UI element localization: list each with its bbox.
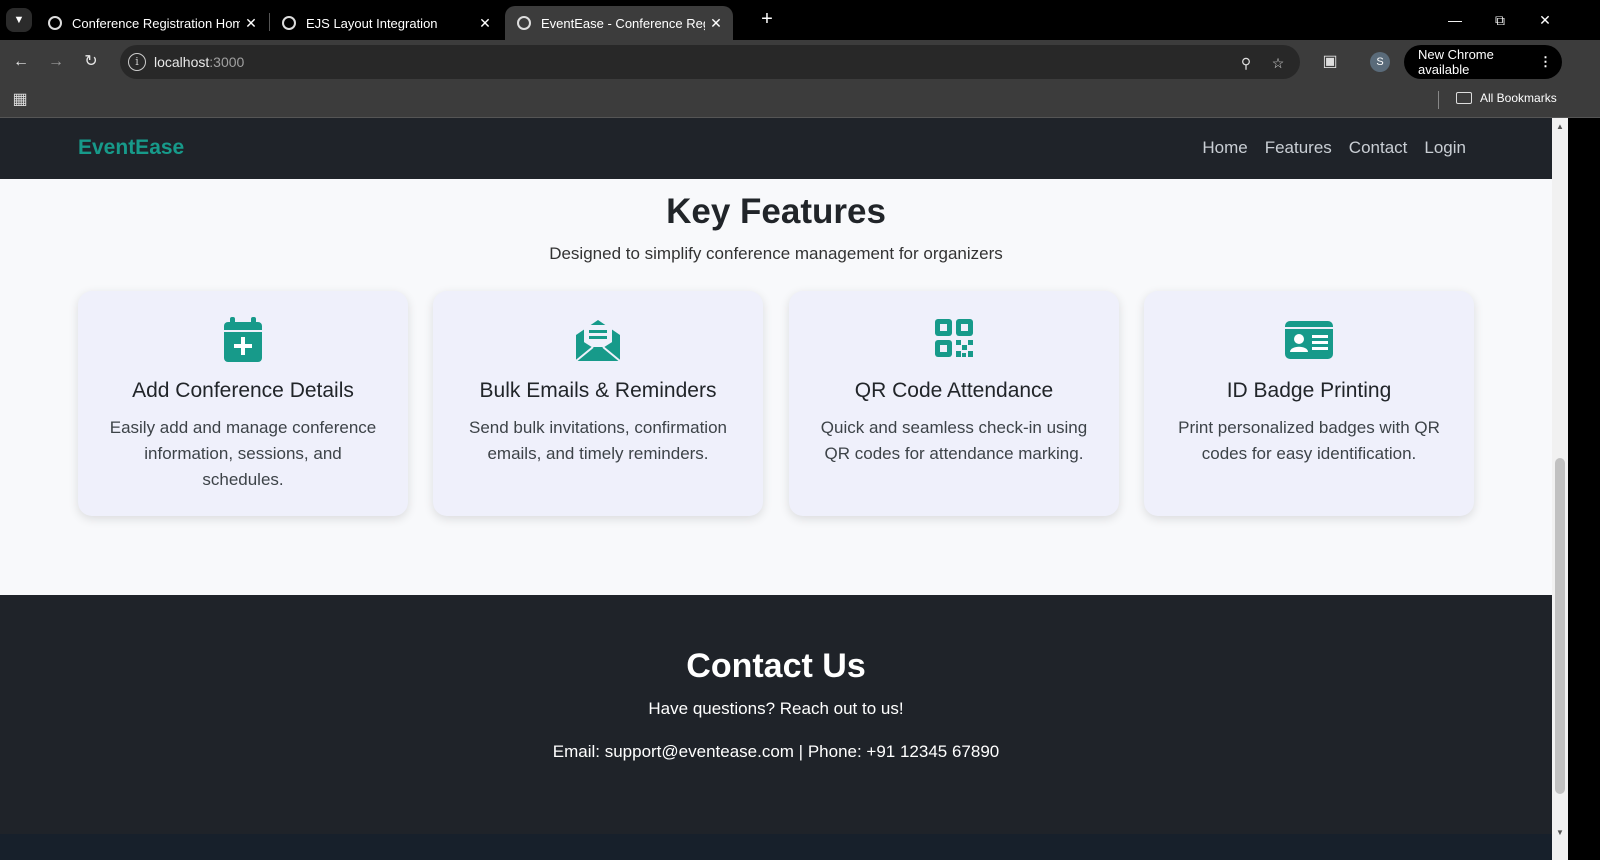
tab-title: EventEase - Conference Registra (541, 15, 705, 31)
apps-grid-icon[interactable]: ▦ (10, 90, 30, 110)
address-bar[interactable]: i localhost:3000 ⚲ ☆ (120, 45, 1300, 79)
minimize-icon: — (1448, 12, 1462, 28)
new-tab-button[interactable]: + (754, 8, 780, 32)
zoom-icon[interactable]: ⚲ (1236, 53, 1256, 73)
bookmarks-bar: ▦ All Bookmarks (0, 84, 1600, 118)
card-description: Easily add and manage conference informa… (109, 418, 377, 489)
tab-eventease[interactable]: EventEase - Conference Registra ✕ (505, 6, 733, 40)
tab-search-button[interactable]: ▼ (6, 8, 32, 32)
card-title: Add Conference Details (132, 379, 354, 402)
tab-conference-registration-home[interactable]: Conference Registration Homep ✕ (36, 6, 268, 40)
reload-icon: ↻ (84, 53, 98, 70)
arrow-left-icon: ← (13, 53, 29, 70)
brand-logo[interactable]: EventEase (78, 136, 184, 160)
nav-link-features[interactable]: Features (1265, 138, 1332, 158)
star-icon[interactable]: ☆ (1268, 53, 1288, 73)
page-viewport: EventEase Home Features Contact Login Ke… (0, 118, 1552, 860)
contact-info: Email: support@eventease.com | Phone: +9… (552, 742, 1000, 761)
chevron-down-icon: ▼ (13, 14, 25, 26)
id-card-icon (1285, 321, 1333, 359)
page-footer-edge (0, 834, 1552, 860)
plus-icon: + (761, 8, 773, 30)
restore-button[interactable]: ⧉ (1477, 8, 1523, 32)
feature-card: ID Badge Printing Print personalized bad… (1144, 291, 1474, 516)
envelope-open-text-icon (575, 320, 621, 362)
globe-icon (48, 16, 62, 30)
card-title: Bulk Emails & Reminders (479, 379, 717, 402)
avatar[interactable]: S (1370, 52, 1390, 72)
bookmarks-separator (1438, 91, 1439, 109)
card-title: ID Badge Printing (1226, 379, 1392, 402)
contact-subtitle: Have questions? Reach out to us! (648, 699, 904, 718)
url-text: localhost:3000 (154, 54, 245, 70)
back-button[interactable]: ← (9, 50, 33, 74)
update-label: New Chrome available (1418, 47, 1494, 77)
tab-title: Conference Registration Homep (72, 15, 240, 31)
card-description: Send bulk invitations, confirmation emai… (469, 418, 727, 463)
feature-card: Add Conference Details Easily add and ma… (78, 291, 408, 516)
site-info-icon[interactable]: i (128, 53, 146, 71)
close-icon: ✕ (1539, 12, 1551, 28)
feature-card: QR Code Attendance Quick and seamless ch… (789, 291, 1119, 516)
close-icon[interactable]: ✕ (705, 15, 727, 32)
globe-icon (282, 16, 296, 30)
restore-icon: ⧉ (1495, 12, 1505, 28)
feature-card: Bulk Emails & Reminders Send bulk invita… (433, 291, 763, 516)
scroll-up-icon[interactable]: ▲ (1552, 120, 1568, 134)
chrome-update-button[interactable]: New Chrome available ⋮ (1404, 45, 1562, 79)
site-navbar: EventEase Home Features Contact Login (0, 118, 1552, 179)
qrcode-icon (935, 319, 973, 357)
contact-title: Contact Us (686, 647, 866, 685)
more-vert-icon: ⋮ (1539, 54, 1552, 69)
folder-icon (1456, 92, 1472, 104)
nav-link-login[interactable]: Login (1424, 138, 1466, 158)
page-scrollbar[interactable]: ▲ ▼ (1552, 118, 1568, 860)
tab-strip: ▼ Conference Registration Homep ✕ EJS La… (0, 0, 1600, 40)
nav-links: Home Features Contact Login (1202, 138, 1466, 158)
nav-link-home[interactable]: Home (1202, 138, 1247, 158)
forward-button[interactable]: → (44, 50, 68, 74)
tab-title: EJS Layout Integration (306, 15, 438, 31)
reload-button[interactable]: ↻ (79, 50, 103, 74)
close-icon[interactable]: ✕ (240, 15, 262, 32)
card-description: Quick and seamless check-in using QR cod… (820, 418, 1088, 463)
globe-icon (517, 16, 531, 30)
arrow-right-icon: → (48, 53, 64, 70)
all-bookmarks-button[interactable]: All Bookmarks (1456, 91, 1557, 105)
nav-link-contact[interactable]: Contact (1349, 138, 1408, 158)
window-edge (1568, 118, 1600, 860)
calendar-plus-icon (224, 317, 262, 362)
minimize-button[interactable]: — (1432, 8, 1478, 32)
scroll-down-icon[interactable]: ▼ (1552, 826, 1568, 840)
window-close-button[interactable]: ✕ (1522, 8, 1568, 32)
close-icon[interactable]: ✕ (474, 15, 496, 32)
card-description: Print personalized badges with QR codes … (1178, 418, 1440, 463)
all-bookmarks-label: All Bookmarks (1480, 91, 1557, 105)
scrollbar-thumb[interactable] (1555, 458, 1565, 794)
browser-toolbar: ← → ↻ i localhost:3000 ⚲ ☆ ▣ S New Chrom… (0, 40, 1600, 84)
contact-section: Contact Us Have questions? Reach out to … (0, 595, 1552, 860)
features-title: Key Features (666, 192, 886, 231)
extensions-icon[interactable]: ▣ (1318, 50, 1342, 74)
card-title: QR Code Attendance (854, 379, 1054, 402)
features-subtitle: Designed to simplify conference manageme… (549, 244, 1003, 263)
tab-ejs-layout[interactable]: EJS Layout Integration ✕ (270, 6, 502, 40)
